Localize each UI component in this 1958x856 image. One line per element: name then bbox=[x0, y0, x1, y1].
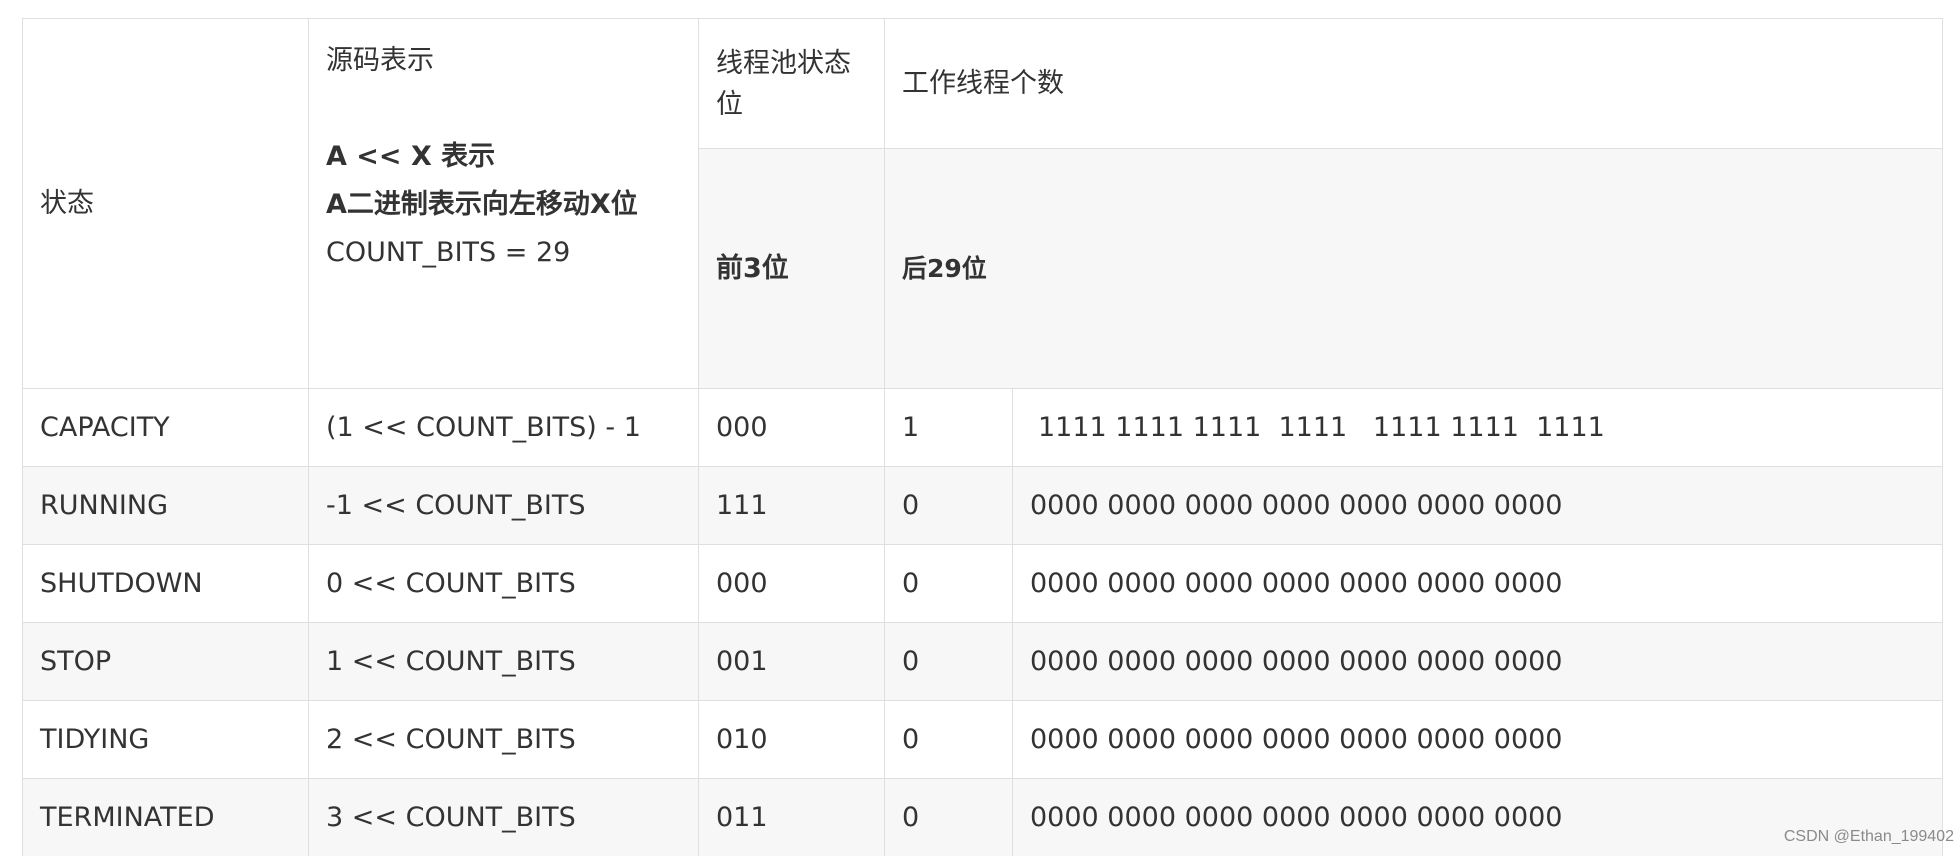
row-first-bit: 0 bbox=[884, 700, 1013, 779]
header-source-line1: A << X 表示 bbox=[326, 141, 496, 172]
header-pool-status: 线程池状态位 bbox=[698, 18, 885, 149]
row-state: CAPACITY bbox=[22, 388, 309, 467]
table-row: CAPACITY (1 << COUNT_BITS) - 1 000 1 111… bbox=[22, 388, 1943, 467]
row-first-bit: 0 bbox=[884, 466, 1013, 545]
row-remaining-bits: 0000 0000 0000 0000 0000 0000 0000 bbox=[1012, 622, 1943, 701]
row-first-bit: 1 bbox=[884, 388, 1013, 467]
row-expression: -1 << COUNT_BITS bbox=[308, 466, 699, 545]
table-row: RUNNING -1 << COUNT_BITS 111 0 0000 0000… bbox=[22, 466, 1943, 545]
row-first-bit: 0 bbox=[884, 622, 1013, 701]
row-high-bits: 011 bbox=[698, 778, 885, 856]
header-worker-count: 工作线程个数 bbox=[884, 18, 1943, 149]
state-table-wrapper: 状态 源码表示 A << X 表示 A二进制表示向左移动X位 COUNT_BIT… bbox=[22, 18, 1943, 856]
row-expression: 0 << COUNT_BITS bbox=[308, 544, 699, 623]
row-expression: 1 << COUNT_BITS bbox=[308, 622, 699, 701]
row-state: SHUTDOWN bbox=[22, 544, 309, 623]
row-remaining-bits: 1111 1111 1111 1111 1111 1111 1111 bbox=[1012, 388, 1943, 467]
row-first-bit: 0 bbox=[884, 778, 1013, 856]
row-first-bit: 0 bbox=[884, 544, 1013, 623]
table-row: SHUTDOWN 0 << COUNT_BITS 000 0 0000 0000… bbox=[22, 544, 1943, 623]
header-high-bits: 前3位 bbox=[698, 148, 885, 389]
watermark: CSDN @Ethan_199402 bbox=[1783, 828, 1954, 845]
row-remaining-bits: 0000 0000 0000 0000 0000 0000 0000 bbox=[1012, 544, 1943, 623]
header-source-line3: COUNT_BITS = 29 bbox=[326, 237, 571, 268]
thread-pool-state-table: 状态 源码表示 A << X 表示 A二进制表示向左移动X位 COUNT_BIT… bbox=[22, 18, 1943, 856]
header-state: 状态 bbox=[22, 18, 309, 389]
table-row: STOP 1 << COUNT_BITS 001 0 0000 0000 000… bbox=[22, 622, 1943, 701]
row-remaining-bits: 0000 0000 0000 0000 0000 0000 0000 bbox=[1012, 466, 1943, 545]
row-state: TIDYING bbox=[22, 700, 309, 779]
row-high-bits: 000 bbox=[698, 388, 885, 467]
row-remaining-bits: 0000 0000 0000 0000 0000 0000 0000 bbox=[1012, 700, 1943, 779]
row-high-bits: 010 bbox=[698, 700, 885, 779]
header-low-bits: 后29位 bbox=[884, 148, 1943, 389]
row-expression: (1 << COUNT_BITS) - 1 bbox=[308, 388, 699, 467]
row-state: STOP bbox=[22, 622, 309, 701]
row-high-bits: 111 bbox=[698, 466, 885, 545]
header-source: 源码表示 A << X 表示 A二进制表示向左移动X位 COUNT_BITS =… bbox=[308, 18, 699, 389]
row-state: TERMINATED bbox=[22, 778, 309, 856]
row-expression: 2 << COUNT_BITS bbox=[308, 700, 699, 779]
row-expression: 3 << COUNT_BITS bbox=[308, 778, 699, 856]
row-high-bits: 001 bbox=[698, 622, 885, 701]
header-row-1: 状态 源码表示 A << X 表示 A二进制表示向左移动X位 COUNT_BIT… bbox=[22, 18, 1943, 389]
row-state: RUNNING bbox=[22, 466, 309, 545]
row-high-bits: 000 bbox=[698, 544, 885, 623]
table-row: TIDYING 2 << COUNT_BITS 010 0 0000 0000 … bbox=[22, 700, 1943, 779]
header-source-line2: A二进制表示向左移动X位 bbox=[326, 189, 638, 220]
table-row: TERMINATED 3 << COUNT_BITS 011 0 0000 00… bbox=[22, 778, 1943, 856]
header-source-title: 源码表示 bbox=[326, 45, 434, 76]
